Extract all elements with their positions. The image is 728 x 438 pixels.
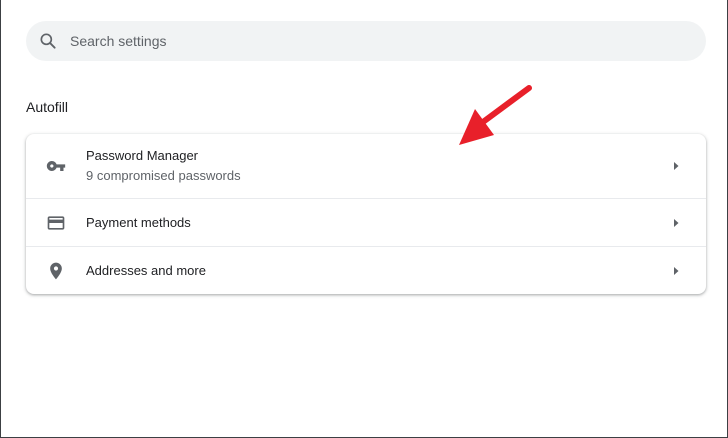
- addresses-label: Addresses and more: [86, 263, 206, 278]
- payment-methods-row[interactable]: Payment methods: [26, 198, 706, 246]
- compromised-passwords-text: 9 compromised passwords: [86, 168, 241, 183]
- addresses-row[interactable]: Addresses and more: [26, 246, 706, 294]
- key-icon: [46, 161, 66, 171]
- credit-card-icon: [47, 216, 65, 230]
- payment-methods-label: Payment methods: [86, 215, 191, 230]
- password-manager-row[interactable]: Password Manager 9 compromised passwords: [26, 134, 706, 198]
- search-box[interactable]: [26, 21, 706, 61]
- password-manager-label: Password Manager: [86, 148, 198, 163]
- location-pin-icon: [50, 262, 62, 280]
- search-icon: [40, 33, 56, 49]
- settings-page: Autofill Password Manager 9 compromised …: [0, 0, 728, 438]
- search-input[interactable]: [70, 21, 690, 61]
- chevron-right-icon: [674, 267, 679, 275]
- chevron-right-icon: [674, 219, 679, 227]
- chevron-right-icon: [674, 162, 679, 170]
- section-title-autofill: Autofill: [26, 99, 69, 115]
- autofill-card: Password Manager 9 compromised passwords…: [26, 134, 706, 294]
